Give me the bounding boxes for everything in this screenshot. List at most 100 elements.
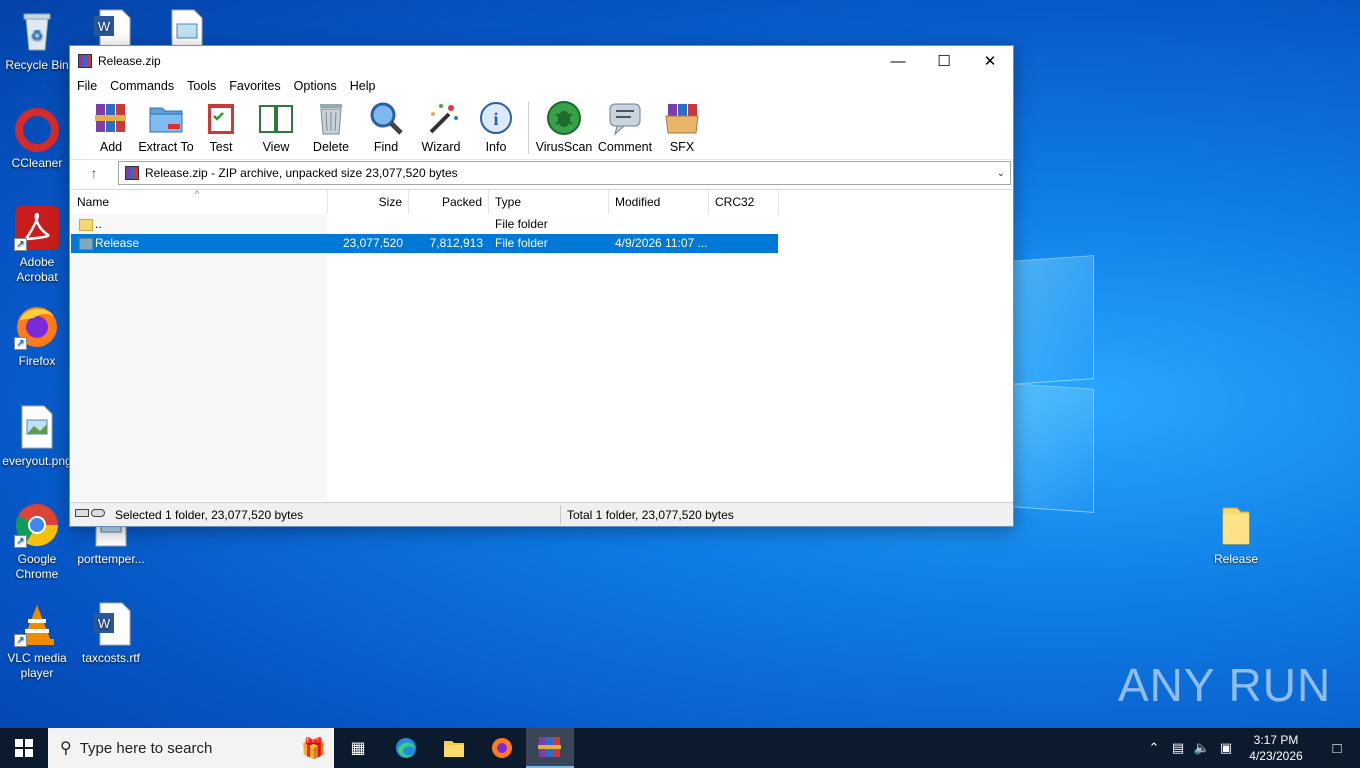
sort-ascending-icon: ^ bbox=[195, 189, 200, 199]
sfx-label: SFX bbox=[669, 140, 695, 154]
menu-tools[interactable]: Tools bbox=[187, 79, 216, 93]
drive-icon[interactable] bbox=[75, 509, 105, 517]
row-type: File folder bbox=[495, 217, 548, 231]
desktop-icon-recycle-bin[interactable]: ♻ Recycle Bin bbox=[0, 8, 74, 73]
toolbar-separator bbox=[528, 102, 529, 154]
close-button[interactable]: ✕ bbox=[967, 46, 1013, 76]
desktop-icon-label: Firefox bbox=[18, 354, 56, 368]
taskbar-search-box[interactable]: ⚲ Type here to search 🎁 bbox=[48, 728, 334, 768]
test-clipboard-icon bbox=[203, 100, 239, 136]
desktop-icon-label: Google Chrome bbox=[15, 552, 59, 581]
menu-favorites[interactable]: Favorites bbox=[229, 79, 280, 93]
add-archive-icon bbox=[93, 100, 129, 136]
info-button[interactable]: i Info bbox=[467, 100, 525, 154]
desktop-icon-acrobat[interactable]: ↗ Adobe Acrobat bbox=[0, 205, 74, 285]
row-name: Release bbox=[95, 236, 140, 250]
comment-icon bbox=[607, 100, 643, 136]
comment-button[interactable]: Comment bbox=[596, 100, 654, 154]
taskbar-winrar[interactable] bbox=[526, 728, 574, 768]
file-explorer-icon bbox=[444, 741, 464, 757]
acrobat-icon: ↗ bbox=[14, 205, 60, 251]
desktop-icon-everyout[interactable]: everyout.png bbox=[0, 404, 74, 469]
search-highlight-gift-icon: 🎁 bbox=[301, 737, 326, 760]
recycle-bin-icon: ♻ bbox=[14, 8, 60, 54]
search-icon: ⚲ bbox=[60, 740, 72, 757]
wand-icon bbox=[423, 100, 459, 136]
address-bar: ↑ Release.zip - ZIP archive, unpacked si… bbox=[70, 160, 1013, 186]
column-header-packed[interactable]: Packed bbox=[409, 190, 489, 214]
taskbar-firefox[interactable] bbox=[478, 728, 526, 768]
notifications-icon[interactable]: □ bbox=[1314, 740, 1360, 757]
archive-icon bbox=[125, 166, 139, 180]
minimize-button[interactable]: — bbox=[875, 46, 921, 76]
status-total: Total 1 folder, 23,077,520 bytes bbox=[567, 508, 734, 522]
column-header-crc32[interactable]: CRC32 bbox=[709, 190, 779, 214]
network-icon[interactable]: ▤ bbox=[1166, 740, 1190, 756]
desktop-icon-chrome[interactable]: ↗ Google Chrome bbox=[0, 502, 74, 582]
window-title: Release.zip bbox=[98, 54, 161, 68]
desktop-icon-firefox[interactable]: ↗ Firefox bbox=[0, 304, 74, 369]
virusscan-button[interactable]: VirusScan bbox=[535, 100, 593, 154]
virusscan-label: VirusScan bbox=[535, 140, 593, 154]
info-icon: i bbox=[478, 100, 514, 136]
column-header-modified[interactable]: Modified bbox=[609, 190, 709, 214]
volume-icon[interactable]: 🔈 bbox=[1190, 740, 1214, 756]
status-selected: Selected 1 folder, 23,077,520 bytes bbox=[115, 508, 304, 522]
find-button[interactable]: Find bbox=[357, 100, 415, 154]
table-row[interactable]: .. File folder bbox=[71, 215, 778, 234]
desktop-icon-taxcosts[interactable]: W taxcosts.rtf bbox=[74, 601, 148, 666]
taskbar-edge[interactable] bbox=[382, 728, 430, 768]
test-button[interactable]: Test bbox=[192, 100, 250, 154]
svg-text:W: W bbox=[98, 19, 111, 34]
view-button[interactable]: View bbox=[247, 100, 305, 154]
desktop-icon-label: everyout.png bbox=[2, 454, 72, 468]
title-bar[interactable]: Release.zip — ☐ ✕ bbox=[70, 46, 1013, 76]
maximize-button[interactable]: ☐ bbox=[921, 46, 967, 76]
up-folder-button[interactable]: ↑ bbox=[70, 160, 118, 186]
edge-icon bbox=[396, 738, 416, 758]
view-book-icon bbox=[258, 100, 294, 136]
folder-icon bbox=[1213, 502, 1259, 548]
sfx-button[interactable]: SFX bbox=[653, 100, 711, 154]
column-header-name[interactable]: Name ^ bbox=[71, 189, 328, 214]
chevron-down-icon[interactable]: ⌄ bbox=[992, 168, 1010, 179]
menu-help[interactable]: Help bbox=[350, 79, 376, 93]
desktop-icon-label: CCleaner bbox=[11, 156, 63, 170]
menu-commands[interactable]: Commands bbox=[110, 79, 174, 93]
archive-path-field[interactable]: Release.zip - ZIP archive, unpacked size… bbox=[118, 161, 1011, 185]
wizard-button[interactable]: Wizard bbox=[412, 100, 470, 154]
column-header-size[interactable]: Size bbox=[328, 190, 409, 214]
file-list: Name ^ Size Packed Type Modified CRC32 .… bbox=[71, 189, 1012, 501]
extract-folder-icon bbox=[148, 100, 184, 136]
clock[interactable]: 3:17 PM 4/23/2026 bbox=[1238, 732, 1314, 764]
firefox-icon: ↗ bbox=[14, 304, 60, 350]
task-view-button[interactable]: ▦ bbox=[334, 728, 382, 768]
windows-logo-wallpaper bbox=[1010, 255, 1096, 513]
column-header-type[interactable]: Type bbox=[489, 190, 609, 214]
menu-bar: File Commands Tools Favorites Options He… bbox=[70, 76, 1013, 96]
desktop-icon-label: Adobe Acrobat bbox=[16, 255, 58, 284]
row-name: .. bbox=[95, 217, 102, 231]
desktop-icon-vlc[interactable]: ↗ VLC media player bbox=[0, 601, 74, 681]
desktop-icon-release-folder[interactable]: Release bbox=[1199, 502, 1273, 567]
task-view-icon: ▦ bbox=[350, 740, 366, 757]
wizard-label: Wizard bbox=[421, 140, 461, 154]
search-placeholder: Type here to search bbox=[79, 739, 213, 757]
chevron-up-icon[interactable]: ⌃ bbox=[1142, 740, 1166, 756]
row-packed: 7,812,913 bbox=[429, 236, 483, 250]
add-button[interactable]: Add bbox=[82, 100, 140, 154]
table-row-selected[interactable]: Release 23,077,520 7,812,913 File folder… bbox=[71, 234, 778, 253]
start-button[interactable] bbox=[0, 728, 48, 768]
ethernet-icon[interactable]: ▣ bbox=[1214, 740, 1238, 756]
desktop-icon-ccleaner[interactable]: CCleaner bbox=[0, 106, 74, 171]
chrome-icon: ↗ bbox=[14, 502, 60, 548]
anyrun-watermark: ANY RUN bbox=[1118, 659, 1332, 711]
clock-date: 4/23/2026 bbox=[1249, 749, 1303, 763]
delete-button[interactable]: Delete bbox=[302, 100, 360, 154]
extract-to-label: Extract To bbox=[138, 140, 194, 154]
status-bar: Selected 1 folder, 23,077,520 bytes Tota… bbox=[70, 502, 1013, 526]
extract-to-button[interactable]: Extract To bbox=[137, 100, 195, 154]
taskbar-file-explorer[interactable] bbox=[430, 728, 478, 768]
menu-file[interactable]: File bbox=[77, 79, 97, 93]
menu-options[interactable]: Options bbox=[294, 79, 337, 93]
